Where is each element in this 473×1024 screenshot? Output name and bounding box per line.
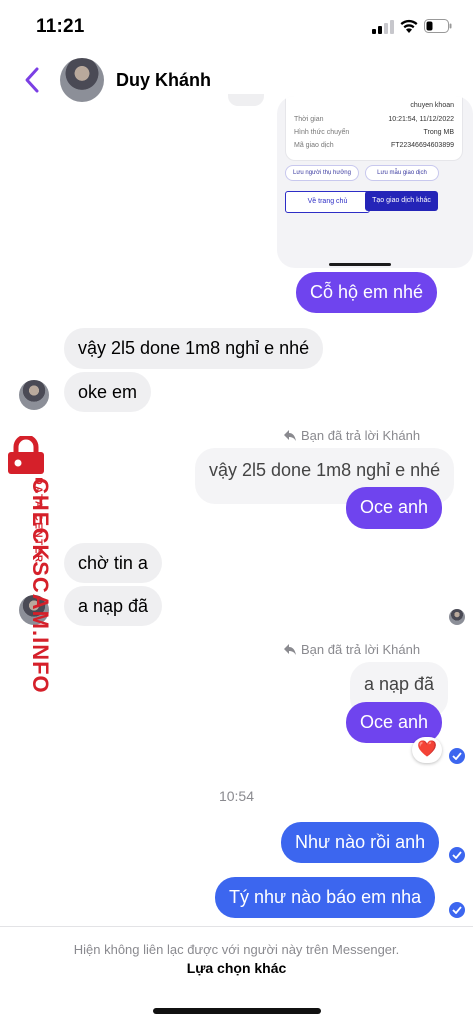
save-beneficiary-pill: Lưu người thụ hưởng [285, 165, 359, 181]
delivered-check-icon [449, 902, 465, 918]
transfer-receipt-image[interactable]: chuyen khoan Thời gian 10:21:54, 11/12/2… [277, 96, 473, 268]
sent-message-bubble[interactable]: Như nào rồi anh [281, 822, 440, 863]
cellular-signal-icon [372, 20, 394, 34]
home-button: Về trang chủ [285, 191, 370, 213]
partial-message-bubble [228, 94, 264, 106]
receipt-time-label: Thời gian [294, 116, 324, 123]
receipt-time-value: 10:21:54, 11/12/2022 [388, 116, 454, 123]
receipt-transfer-type-value: Trong MB [423, 129, 454, 136]
home-indicator[interactable] [153, 1008, 321, 1014]
sent-message-bubble[interactable]: Tý như nào báo em nha [215, 877, 436, 918]
heart-reaction[interactable]: ❤️ [412, 737, 442, 763]
battery-icon [424, 19, 452, 33]
save-template-pill: Lưu mẫu giao dịch [365, 165, 439, 181]
back-chevron-icon[interactable] [22, 66, 42, 94]
status-time: 11:21 [36, 16, 85, 37]
contact-avatar[interactable] [60, 58, 104, 102]
other-options-link[interactable]: Lựa chọn khác [0, 960, 473, 976]
wifi-icon [400, 19, 418, 33]
watermark-title: CHECKSCAM.INFO [28, 478, 53, 694]
unavailable-notice: Hiện không liên lạc được với người này t… [73, 942, 400, 957]
receipt-card: chuyen khoan Thời gian 10:21:54, 11/12/2… [285, 96, 463, 161]
sender-avatar[interactable] [19, 380, 49, 410]
delivered-check-icon [449, 847, 465, 863]
reply-arrow-icon [284, 430, 296, 441]
receipt-method-value: chuyen khoan [410, 102, 454, 109]
receipt-txn-code-label: Mã giao dịch [294, 142, 334, 149]
sent-message-bubble[interactable]: Oce anh [346, 487, 443, 529]
seen-avatar [449, 609, 465, 625]
received-message-bubble[interactable]: vậy 2l5 done 1m8 nghỉ e nhé [64, 328, 324, 369]
reply-label: Bạn đã trả lời Khánh [301, 642, 421, 657]
contact-name[interactable]: Duy Khánh [116, 70, 211, 91]
delivered-check-icon [449, 748, 465, 764]
footer-divider [0, 926, 473, 927]
received-message-bubble[interactable]: chờ tin a [64, 543, 162, 583]
received-message-bubble[interactable]: oke em [64, 372, 152, 412]
home-indicator-bar [329, 263, 391, 266]
reply-label: Bạn đã trả lời Khánh [301, 428, 421, 443]
received-message-bubble[interactable]: a nạp đã [64, 586, 163, 626]
receipt-transfer-type-label: Hình thức chuyển [294, 129, 350, 136]
message-timestamp: 10:54 [218, 788, 255, 804]
new-transaction-button: Tạo giao dịch khác [365, 191, 438, 211]
receipt-txn-code-value: FT22346694603899 [390, 142, 454, 149]
sent-message-bubble[interactable]: Cỗ hộ em nhé [296, 272, 438, 313]
reply-arrow-icon [284, 644, 296, 655]
